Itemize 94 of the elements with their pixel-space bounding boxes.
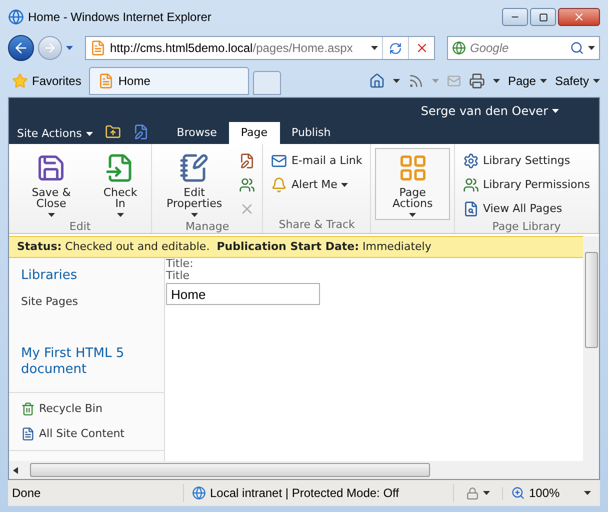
- grid-icon: [398, 153, 428, 183]
- caret-icon: [190, 213, 198, 217]
- edit-icon: [239, 153, 256, 169]
- ribbon-tab[interactable]: Publish: [280, 122, 343, 144]
- scroll-left-icon[interactable]: [13, 466, 18, 474]
- people-icon: [462, 177, 479, 193]
- search-provider-icon: [452, 41, 466, 55]
- field-name: Title: [166, 270, 191, 282]
- folder-icon[interactable]: [104, 124, 121, 140]
- recycle-bin-icon: [21, 402, 35, 416]
- back-button[interactable]: [8, 35, 34, 61]
- security-zone: Local intranet | Protected Mode: Off: [184, 484, 454, 502]
- command-menu[interactable]: Safety: [554, 72, 600, 90]
- ribbon-button[interactable]: E-mail a Link: [267, 150, 366, 172]
- refresh-icon: [389, 42, 402, 54]
- caret-icon: [593, 79, 600, 83]
- caret-icon: [48, 213, 55, 217]
- zoom-button[interactable]: 100%: [503, 484, 599, 502]
- restore-icon: [538, 12, 548, 22]
- command-menu[interactable]: Page: [508, 72, 547, 90]
- star-icon: [12, 73, 28, 89]
- caret-icon: [588, 46, 595, 50]
- edit-page-icon[interactable]: [132, 124, 149, 140]
- nav-link[interactable]: My First HTML 5 document: [21, 346, 152, 378]
- ribbon-button[interactable]: View All Pages: [458, 198, 594, 220]
- nav-link[interactable]: All Site Content: [21, 426, 152, 442]
- search-field[interactable]: Google: [470, 39, 550, 57]
- window-title: Home - Windows Internet Explorer: [28, 9, 212, 26]
- ribbon-button[interactable]: Alert Me: [267, 174, 366, 196]
- ribbon-button[interactable]: Save & Close: [13, 148, 90, 220]
- site-actions-menu[interactable]: Site Actions: [13, 124, 97, 144]
- caret-icon: [492, 79, 500, 83]
- save-icon: [36, 153, 66, 183]
- document-search-icon: [462, 201, 479, 217]
- caret-icon: [552, 109, 559, 113]
- search-icon[interactable]: [570, 41, 584, 55]
- caret-icon: [409, 213, 416, 217]
- ribbon-button[interactable]: Library Permissions: [458, 174, 594, 196]
- search-box[interactable]: Google: [447, 36, 600, 60]
- browser-tab[interactable]: Home: [89, 67, 250, 95]
- caret-icon: [432, 79, 439, 83]
- ribbon-tab[interactable]: Page: [228, 122, 280, 144]
- forward-arrow-icon: [43, 41, 57, 55]
- title-input[interactable]: Home: [166, 283, 320, 305]
- home-icon[interactable]: [368, 73, 385, 89]
- document-icon: [21, 426, 35, 441]
- close-button[interactable]: [558, 8, 600, 26]
- status-text: Done: [8, 484, 184, 502]
- caret-icon: [341, 183, 348, 187]
- browser-logo-icon: [8, 9, 24, 25]
- status-message: Status: Checked out and editable. Publication Start Date: Immediately: [17, 238, 432, 255]
- caret-icon: [116, 213, 124, 217]
- caret-icon: [371, 46, 378, 50]
- print-icon[interactable]: [468, 73, 485, 89]
- settings-icon: [462, 153, 479, 169]
- caret-icon: [66, 46, 73, 50]
- restore-button[interactable]: [530, 8, 556, 26]
- notepad-icon: [179, 153, 210, 183]
- ribbon-group-label: Page Library: [492, 220, 561, 233]
- bell-icon: [271, 177, 288, 193]
- caret-icon: [584, 491, 591, 495]
- ribbon-group-label: Manage: [185, 220, 230, 233]
- vertical-scrollbar[interactable]: [583, 236, 599, 479]
- address-field[interactable]: http://cms.html5demo.local/pages/Home.aspx: [85, 36, 435, 60]
- caret-icon: [86, 132, 93, 136]
- scrollbar-thumb[interactable]: [584, 252, 598, 348]
- ribbon-button[interactable]: Edit Properties: [156, 148, 232, 220]
- scrollbar-thumb[interactable]: [30, 463, 430, 477]
- mail-icon: [271, 153, 288, 169]
- caret-icon: [483, 491, 490, 495]
- site-icon: [90, 40, 106, 56]
- ribbon-group-label: Edit: [69, 220, 91, 233]
- field-label: Title:: [166, 258, 194, 270]
- ribbon-button[interactable]: Check In: [94, 148, 148, 220]
- ribbon-group-label: Share & Track: [278, 218, 355, 233]
- lock-icon: [466, 486, 479, 500]
- caret-icon: [392, 79, 400, 83]
- address-url: http://cms.html5demo.local/pages/Home.aspx: [110, 40, 353, 57]
- caret-icon: [540, 79, 547, 83]
- ribbon-button[interactable]: Page Actions: [375, 148, 450, 220]
- user-menu[interactable]: Serge van den Oever: [420, 102, 559, 120]
- nav-link[interactable]: Recycle Bin: [21, 401, 152, 418]
- zoom-icon: [511, 486, 525, 500]
- feeds-icon[interactable]: [408, 73, 424, 89]
- ribbon-tab[interactable]: Browse: [164, 122, 229, 144]
- nav-link[interactable]: Site Pages: [21, 294, 152, 310]
- favorites-button[interactable]: Favorites: [8, 67, 86, 95]
- libraries-heading-link[interactable]: Libraries: [21, 266, 152, 286]
- close-icon: [573, 11, 585, 23]
- horizontal-scrollbar[interactable]: [9, 461, 583, 479]
- globe-icon: [192, 486, 206, 500]
- people-icon: [239, 177, 256, 193]
- ribbon-button[interactable]: Library Settings: [458, 150, 594, 172]
- site-icon: [98, 73, 114, 89]
